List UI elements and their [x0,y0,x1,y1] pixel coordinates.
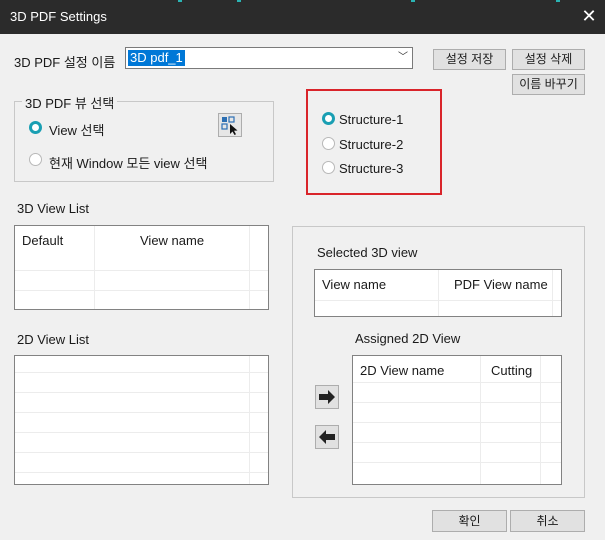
settings-name-label: 3D PDF 설정 이름 [14,55,116,70]
title-accent [556,0,560,2]
row-divider [15,412,268,413]
view3d-col-default[interactable]: Default [22,233,63,248]
structure-1-radio[interactable] [322,112,335,125]
row-divider [353,462,561,463]
structure-1-label[interactable]: Structure-1 [339,112,403,127]
row-divider [15,270,268,271]
select-cursor-icon [221,116,238,135]
window-title: 3D PDF Settings [10,9,107,24]
all-views-radio[interactable] [29,153,42,166]
pick-view-button[interactable] [218,113,242,137]
settings-name-combo[interactable]: 3D pdf_1 ﹀ [125,47,413,69]
view3d-list-label: 3D View List [17,201,90,216]
title-bar: 3D PDF Settings ✕ [0,0,605,34]
selected-3d-list[interactable]: View name PDF View name [314,269,562,317]
view-select-group-title: 3D PDF 뷰 선택 [22,93,118,112]
arrow-right-icon [319,390,335,404]
chevron-down-icon[interactable]: ﹀ [394,48,412,68]
structure-3-radio[interactable] [322,161,335,174]
row-divider [353,442,561,443]
col-divider [438,270,439,316]
rename-settings-button[interactable]: 이름 바꾸기 [512,74,585,95]
row-divider [15,472,268,473]
assign-left-button[interactable] [315,425,339,449]
close-icon[interactable]: ✕ [578,5,600,27]
settings-name-value[interactable]: 3D pdf_1 [128,50,185,66]
row-divider [353,382,561,383]
assigned-2d-label: Assigned 2D View [355,331,461,346]
row-divider [15,290,268,291]
view2d-list[interactable] [14,355,269,485]
col-divider [249,356,250,484]
delete-settings-button[interactable]: 설정 삭제 [512,49,585,70]
row-divider [15,372,268,373]
save-settings-button[interactable]: 설정 저장 [433,49,506,70]
col-divider [94,226,95,309]
view3d-col-view-name[interactable]: View name [140,233,204,248]
selected-3d-col-view-name[interactable]: View name [322,277,386,292]
col-divider [480,356,481,484]
title-accent [237,0,241,2]
cancel-button[interactable]: 취소 [510,510,585,532]
assigned-2d-col-view-name[interactable]: 2D View name [360,363,444,378]
col-divider [552,270,553,316]
row-divider [15,392,268,393]
row-divider [15,432,268,433]
row-divider [353,402,561,403]
view3d-list[interactable]: Default View name [14,225,269,310]
col-divider [540,356,541,484]
view-select-radio[interactable] [29,121,42,134]
structure-2-label[interactable]: Structure-2 [339,137,403,152]
row-divider [15,452,268,453]
row-divider [353,422,561,423]
selected-3d-col-pdf-view-name[interactable]: PDF View name [454,277,548,292]
selected-3d-label: Selected 3D view [317,245,418,260]
title-accent [178,0,182,2]
arrow-left-icon [319,430,335,444]
col-divider [249,226,250,309]
assigned-2d-col-cutting[interactable]: Cutting [491,363,532,378]
row-divider [315,300,561,301]
ok-button[interactable]: 확인 [432,510,507,532]
assign-right-button[interactable] [315,385,339,409]
view-select-label[interactable]: View 선택 [49,120,104,139]
structure-2-radio[interactable] [322,137,335,150]
view2d-list-label: 2D View List [17,332,90,347]
all-views-label[interactable]: 현재 Window 모든 view 선택 [49,153,207,172]
title-accent [411,0,415,2]
assigned-2d-list[interactable]: 2D View name Cutting [352,355,562,485]
structure-3-label[interactable]: Structure-3 [339,161,403,176]
